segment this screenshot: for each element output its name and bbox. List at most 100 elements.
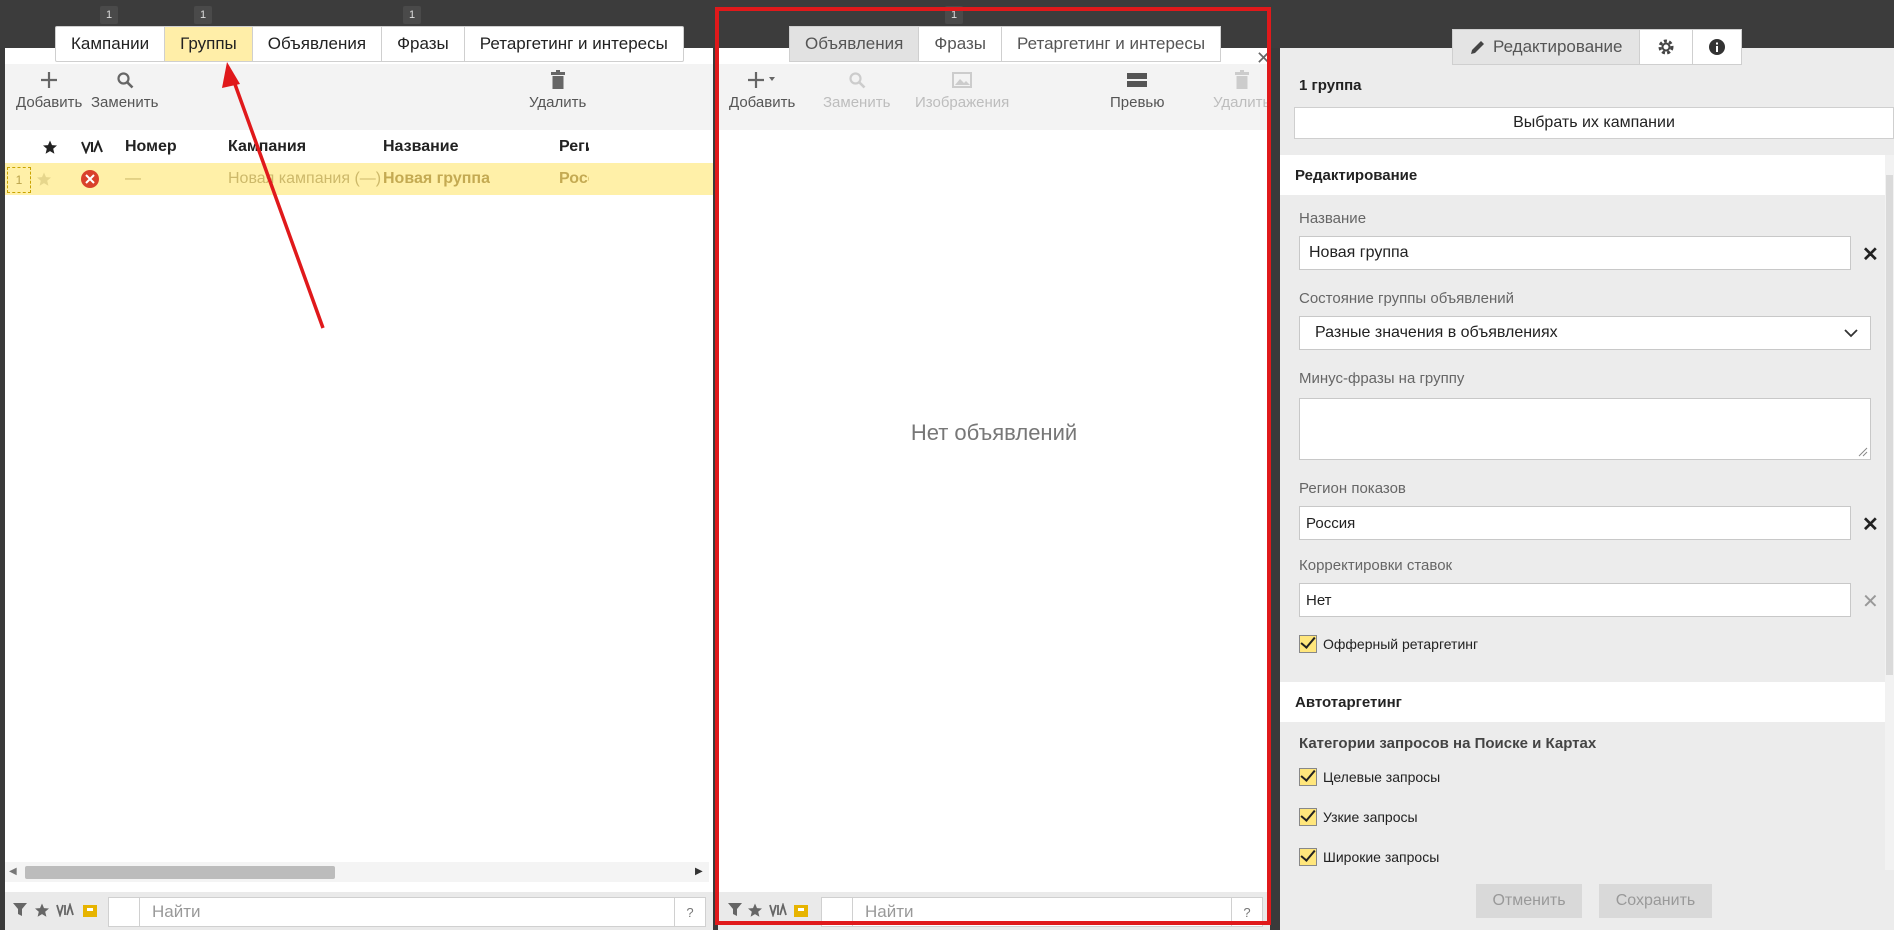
replace-button[interactable]: Заменить	[91, 66, 158, 111]
tab-phrases[interactable]: Фразы	[382, 27, 465, 61]
left-footer: Найти ?	[5, 892, 713, 930]
mid-search-input[interactable]: Найти	[865, 898, 914, 926]
region-label: Регион показов	[1299, 480, 1406, 497]
status-column-icon[interactable]	[81, 130, 103, 163]
row-campaign: Новая кампания (—)	[228, 170, 382, 187]
mid-tabs: Объявления Фразы Ретаргетинг и интересы	[789, 26, 1222, 62]
clear-bid-icon[interactable]: ✕	[1862, 589, 1879, 614]
chevron-down-icon	[1844, 329, 1858, 338]
left-search-input[interactable]: Найти	[152, 898, 201, 926]
column-campaign[interactable]: Кампания	[228, 130, 306, 163]
mid-toolbar: Добавить Заменить Изображения Превью Уда…	[718, 64, 1270, 130]
help-button[interactable]: ?	[1231, 898, 1262, 926]
group-count: 1 группа	[1299, 77, 1362, 94]
tab-groups[interactable]: Группы	[165, 27, 253, 61]
clear-region-icon[interactable]: ✕	[1862, 512, 1879, 537]
row-index[interactable]: 1	[7, 167, 31, 193]
help-button[interactable]: ?	[674, 898, 705, 926]
scroll-thumb[interactable]	[25, 866, 335, 879]
delete-label: Удалить	[529, 94, 587, 111]
left-toolbar: Добавить Заменить Удалить	[5, 64, 713, 130]
row-number: —	[125, 170, 141, 187]
archive-icon[interactable]	[794, 903, 808, 922]
star-column-icon[interactable]	[43, 130, 57, 163]
mid-delete-button[interactable]: Удалить	[1213, 66, 1270, 111]
tab-ads[interactable]: Объявления	[253, 27, 383, 61]
favorite-star-icon[interactable]	[37, 163, 51, 195]
table-header: Номер Кампания Название Регион	[5, 130, 713, 163]
close-panel-icon[interactable]: ✕	[1256, 48, 1271, 69]
checkbox-checked[interactable]	[1299, 635, 1317, 653]
checkbox-checked[interactable]	[1299, 848, 1317, 866]
narrow-queries-checkbox[interactable]: Узкие запросы	[1299, 808, 1418, 826]
checkbox-checked[interactable]	[1299, 768, 1317, 786]
name-input[interactable]: Новая группа	[1299, 236, 1851, 270]
tab-edit[interactable]: Редактирование	[1453, 30, 1640, 64]
state-select[interactable]: Разные значения в объявлениях	[1299, 316, 1871, 350]
tab-phrases[interactable]: Фразы	[919, 27, 1002, 61]
state-select-value: Разные значения в объявлениях	[1315, 324, 1558, 341]
status-filter-icon[interactable]	[56, 901, 74, 922]
cancel-button[interactable]: Отменить	[1476, 884, 1582, 918]
info-icon	[1708, 39, 1725, 55]
narrow-queries-label: Узкие запросы	[1323, 809, 1418, 825]
checkbox-checked[interactable]	[1299, 808, 1317, 826]
filter-icon[interactable]	[728, 903, 742, 922]
preview-button[interactable]: Превью	[1110, 66, 1165, 111]
target-queries-checkbox[interactable]: Целевые запросы	[1299, 768, 1440, 786]
row-region: Россия	[559, 170, 589, 187]
mid-search-box[interactable]: Найти ?	[821, 897, 1263, 927]
groups-panel: Добавить Заменить Удалить Номер Кампания…	[5, 48, 713, 930]
tab-retargeting[interactable]: Ретаргетинг и интересы	[465, 27, 683, 61]
add-label: Добавить	[16, 94, 83, 111]
bid-adjust-input[interactable]: Нет	[1299, 583, 1851, 617]
tab-info[interactable]	[1693, 30, 1741, 64]
scroll-right-icon[interactable]: ▶	[695, 866, 703, 877]
search-icon	[848, 66, 866, 94]
vertical-scrollbar[interactable]	[1885, 155, 1894, 870]
ads-panel: Добавить Заменить Изображения Превью Уда…	[718, 48, 1270, 930]
trash-icon	[1234, 66, 1250, 94]
star-filter-icon[interactable]	[748, 903, 762, 922]
row-name: Новая группа	[383, 170, 490, 187]
gear-icon	[1658, 39, 1674, 55]
categories-label: Категории запросов на Поиске и Картах	[1299, 735, 1597, 752]
region-input[interactable]: Россия	[1299, 506, 1851, 540]
broad-queries-checkbox[interactable]: Широкие запросы	[1299, 848, 1439, 866]
stopped-status-icon	[80, 163, 100, 195]
delete-button[interactable]: Удалить	[529, 66, 586, 111]
status-filter-icon[interactable]	[769, 901, 787, 922]
section-auto-title: Автотаргетинг	[1280, 682, 1894, 722]
save-button[interactable]: Сохранить	[1599, 884, 1712, 918]
scroll-thumb[interactable]	[1886, 175, 1893, 675]
archive-icon[interactable]	[83, 903, 97, 922]
column-name[interactable]: Название	[383, 130, 459, 163]
table-row[interactable]: 1 — Новая кампания (—) Новая группа Росс…	[5, 163, 713, 195]
scroll-left-icon[interactable]: ◀	[9, 866, 17, 877]
resize-handle-icon[interactable]	[1858, 447, 1868, 457]
star-filter-icon[interactable]	[35, 903, 49, 922]
minus-phrases-textarea[interactable]	[1299, 398, 1871, 460]
plus-icon	[40, 66, 58, 94]
horizontal-scrollbar[interactable]: ◀ ▶	[5, 862, 709, 882]
tab-retargeting[interactable]: Ретаргетинг и интересы	[1002, 27, 1220, 61]
offer-retargeting-checkbox[interactable]: Офферный ретаргетинг	[1299, 635, 1478, 653]
column-number[interactable]: Номер	[125, 130, 177, 163]
clear-name-icon[interactable]: ✕	[1862, 242, 1879, 267]
tab-settings[interactable]	[1640, 30, 1693, 64]
select-campaign-button[interactable]: Выбрать их кампании	[1294, 107, 1894, 139]
mid-replace-button[interactable]: Заменить	[823, 66, 890, 111]
plus-dropdown-icon	[747, 66, 777, 94]
tab-ads[interactable]: Объявления	[790, 27, 920, 61]
preview-icon	[1127, 66, 1148, 94]
replace-label: Заменить	[91, 94, 159, 111]
column-region[interactable]: Регион	[559, 130, 589, 163]
left-search-box[interactable]: Найти ?	[108, 897, 706, 927]
add-button[interactable]: Добавить	[16, 66, 82, 111]
tab-campaigns[interactable]: Кампании	[56, 27, 166, 61]
search-separator	[852, 898, 853, 926]
mid-add-button[interactable]: Добавить	[729, 66, 795, 111]
images-button[interactable]: Изображения	[915, 66, 1009, 111]
filter-icon[interactable]	[13, 903, 27, 922]
offer-retargeting-label: Офферный ретаргетинг	[1323, 636, 1479, 652]
